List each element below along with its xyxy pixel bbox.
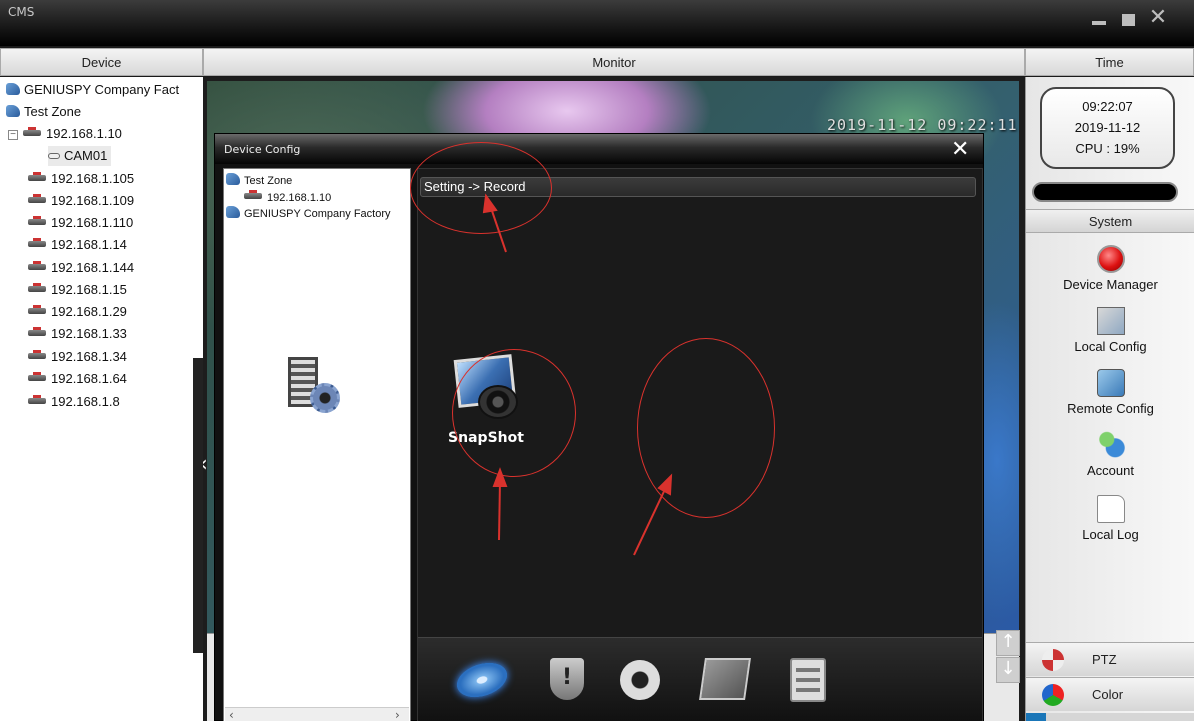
dialog-close-button[interactable]: ✕ bbox=[951, 139, 969, 161]
tree-device-item[interactable]: 192.168.1.15 bbox=[28, 280, 127, 300]
panel-splitter[interactable] bbox=[193, 358, 203, 653]
checklist-icon[interactable] bbox=[780, 652, 836, 708]
scroll-down-button[interactable]: ↓ bbox=[996, 657, 1020, 683]
title-bar: CMS ✕ bbox=[0, 0, 1194, 46]
scroll-right-icon[interactable]: › bbox=[395, 708, 400, 721]
local-config-button[interactable]: Local Config bbox=[1026, 307, 1194, 354]
dvr-device-icon bbox=[28, 305, 46, 317]
tree-zone-item[interactable]: GENIUSPY Company Fact bbox=[6, 80, 179, 100]
document-icon bbox=[1096, 495, 1125, 523]
ptz-icon bbox=[1042, 649, 1064, 671]
breadcrumb-text: Setting -> Record bbox=[424, 179, 526, 194]
tree-device-item[interactable]: 192.168.1.14 bbox=[28, 235, 127, 255]
dvr-device-icon bbox=[28, 327, 46, 339]
dvr-device-icon bbox=[244, 190, 262, 202]
tree-device-item[interactable]: 192.168.1.144 bbox=[28, 258, 134, 278]
tree-zone-item[interactable]: Test Zone bbox=[6, 102, 81, 122]
config-category-toolbar: ! bbox=[418, 637, 982, 721]
cpu-usage: CPU : 19% bbox=[1075, 141, 1140, 156]
zone-icon bbox=[6, 83, 20, 95]
snapshot-tile[interactable]: SnapShot bbox=[426, 354, 546, 446]
remote-config-icon bbox=[1096, 369, 1125, 397]
tree-device-item[interactable]: 192.168.1.109 bbox=[28, 191, 134, 211]
dvr-device-icon bbox=[28, 350, 46, 362]
record-tile[interactable]: Record bbox=[252, 355, 372, 442]
right-panel: 09:22:07 2019-11-12 CPU : 19% System Dev… bbox=[1025, 77, 1194, 721]
gear-icon[interactable] bbox=[612, 652, 668, 708]
camera-icon bbox=[48, 153, 60, 159]
remote-config-button[interactable]: Remote Config bbox=[1026, 369, 1194, 416]
dialog-tree-device[interactable]: 192.168.1.10 bbox=[244, 190, 331, 206]
dvr-device-icon bbox=[28, 283, 46, 295]
scroll-left-icon[interactable]: ‹ bbox=[229, 708, 234, 721]
scroll-up-button[interactable]: ↑ bbox=[996, 630, 1020, 656]
time-column-header: Time bbox=[1025, 48, 1194, 76]
users-icon bbox=[1096, 431, 1125, 459]
color-icon bbox=[1042, 684, 1064, 706]
device-column-header: Device bbox=[0, 48, 203, 76]
status-bar-pill bbox=[1032, 182, 1178, 202]
tree-device-item[interactable]: 192.168.1.64 bbox=[28, 369, 127, 389]
dvr-device-icon bbox=[28, 216, 46, 228]
dvr-device-icon bbox=[28, 261, 46, 273]
dvr-device-icon bbox=[28, 172, 46, 184]
tree-camera-item[interactable]: CAM01 bbox=[48, 146, 112, 166]
snapshot-label: SnapShot bbox=[448, 430, 524, 446]
clock-date: 2019-11-12 bbox=[1074, 120, 1141, 135]
local-config-icon bbox=[1096, 307, 1125, 335]
tree-device-item[interactable]: 192.168.1.105 bbox=[28, 169, 134, 189]
color-button[interactable]: Color bbox=[1026, 677, 1194, 711]
dvr-device-icon bbox=[28, 372, 46, 384]
tree-device-item[interactable]: −192.168.1.10 bbox=[8, 124, 122, 144]
dialog-title: Device Config bbox=[224, 143, 301, 156]
dialog-tree-zone[interactable]: Test Zone bbox=[226, 173, 292, 189]
zone-icon bbox=[6, 105, 20, 117]
horizontal-scrollbar[interactable]: ‹ › bbox=[225, 707, 409, 721]
more-panel-button[interactable] bbox=[1026, 713, 1194, 721]
dialog-title-bar[interactable]: Device Config ✕ bbox=[215, 134, 983, 164]
collapse-toggle[interactable]: − bbox=[8, 130, 18, 140]
zone-icon bbox=[226, 173, 240, 185]
app-title: CMS bbox=[8, 5, 35, 19]
device-tree-panel: GENIUSPY Company Fact Test Zone −192.168… bbox=[0, 77, 203, 721]
tree-device-item[interactable]: 192.168.1.8 bbox=[28, 392, 120, 412]
camera-snapshot-icon bbox=[450, 354, 522, 421]
close-window-button[interactable]: ✕ bbox=[1147, 6, 1169, 30]
device-manager-icon bbox=[1096, 245, 1125, 273]
account-button[interactable]: Account bbox=[1026, 431, 1194, 478]
dvr-device-icon bbox=[28, 194, 46, 206]
video-timestamp: 2019-11-12 09:22:11 bbox=[827, 116, 1018, 134]
dvr-device-icon bbox=[28, 395, 46, 407]
disk-icon[interactable] bbox=[452, 652, 512, 708]
zone-icon bbox=[226, 206, 240, 218]
dvr-device-icon bbox=[28, 238, 46, 250]
minimize-button[interactable] bbox=[1088, 10, 1110, 30]
maximize-button[interactable] bbox=[1118, 10, 1140, 30]
status-clock-box: 09:22:07 2019-11-12 CPU : 19% bbox=[1040, 87, 1175, 169]
dialog-device-tree: Test Zone 192.168.1.10 GENIUSPY Company … bbox=[223, 168, 411, 721]
tree-device-item[interactable]: 192.168.1.110 bbox=[28, 213, 133, 233]
breadcrumb: Setting -> Record bbox=[420, 177, 976, 197]
tree-device-item[interactable]: 192.168.1.33 bbox=[28, 324, 127, 344]
film-record-icon bbox=[282, 355, 342, 417]
network-config-icon[interactable] bbox=[696, 652, 752, 708]
shield-icon[interactable]: ! bbox=[538, 652, 594, 708]
tree-device-item[interactable]: 192.168.1.29 bbox=[28, 302, 127, 322]
dialog-tree-zone[interactable]: GENIUSPY Company Factory bbox=[226, 206, 391, 222]
monitor-column-header: Monitor bbox=[203, 48, 1025, 76]
system-section-header[interactable]: System bbox=[1026, 209, 1194, 233]
tree-device-item[interactable]: 192.168.1.34 bbox=[28, 347, 127, 367]
ptz-button[interactable]: PTZ bbox=[1026, 642, 1194, 676]
dvr-device-icon bbox=[23, 127, 41, 139]
device-manager-button[interactable]: Device Manager bbox=[1026, 245, 1194, 292]
record-label: Record bbox=[284, 426, 340, 442]
local-log-button[interactable]: Local Log bbox=[1026, 495, 1194, 542]
clock-time: 09:22:07 bbox=[1082, 99, 1133, 114]
collapse-panel-icon[interactable]: ‹ bbox=[203, 452, 208, 477]
